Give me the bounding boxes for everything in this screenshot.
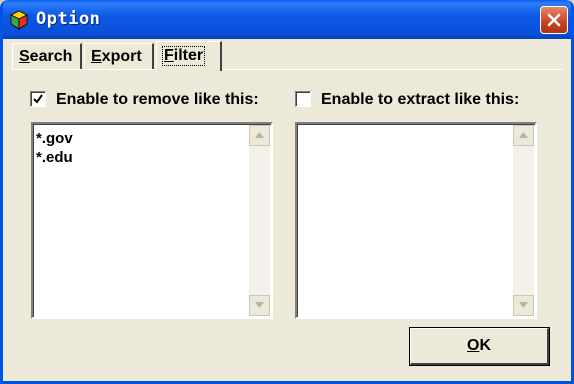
extract-list-scrollbar[interactable] [513, 125, 534, 316]
tab-filter[interactable]: Filter [156, 41, 222, 71]
remove-label: Enable to remove like this: [56, 91, 259, 108]
scroll-down-button[interactable] [513, 295, 534, 316]
list-item[interactable]: *.edu [36, 148, 73, 167]
arrow-down-icon [255, 302, 264, 308]
extract-checkbox[interactable] [295, 91, 311, 107]
extract-patterns-list[interactable] [295, 122, 537, 319]
tab-export-label: xport [101, 48, 142, 65]
tab-export[interactable]: Export [84, 43, 154, 69]
tab-search[interactable]: Search [12, 43, 82, 69]
scroll-down-button[interactable] [249, 295, 270, 316]
scroll-up-button[interactable] [249, 125, 270, 146]
arrow-up-icon [255, 132, 264, 138]
tab-search-mnemonic: S [19, 48, 30, 65]
remove-patterns-content: *.gov *.edu [36, 129, 73, 167]
remove-list-scrollbar[interactable] [249, 125, 270, 316]
app-cube-icon [10, 10, 28, 30]
remove-patterns-list[interactable]: *.gov *.edu [31, 122, 273, 319]
tab-filter-label: ilter [173, 47, 204, 64]
scroll-up-button[interactable] [513, 125, 534, 146]
ok-mnemonic: O [466, 337, 480, 354]
tab-export-mnemonic: E [91, 48, 102, 65]
option-dialog: Option Search Export Filter Enable to re… [0, 0, 574, 384]
list-item[interactable]: *.gov [36, 129, 73, 148]
tab-filter-mnemonic: F [164, 47, 174, 64]
title-bar[interactable]: Option [3, 0, 571, 39]
arrow-down-icon [519, 302, 528, 308]
ok-label: K [479, 337, 491, 354]
ok-button[interactable]: OK [410, 328, 549, 365]
close-button[interactable] [540, 6, 568, 34]
remove-checkbox[interactable] [30, 91, 46, 107]
window-title: Option [36, 9, 101, 29]
tab-search-label: earch [29, 48, 73, 65]
extract-label: Enable to extract like this: [321, 91, 520, 108]
close-icon [547, 13, 561, 27]
tab-panel-edge [12, 69, 562, 71]
checkmark-icon [33, 94, 43, 104]
arrow-up-icon [519, 132, 528, 138]
